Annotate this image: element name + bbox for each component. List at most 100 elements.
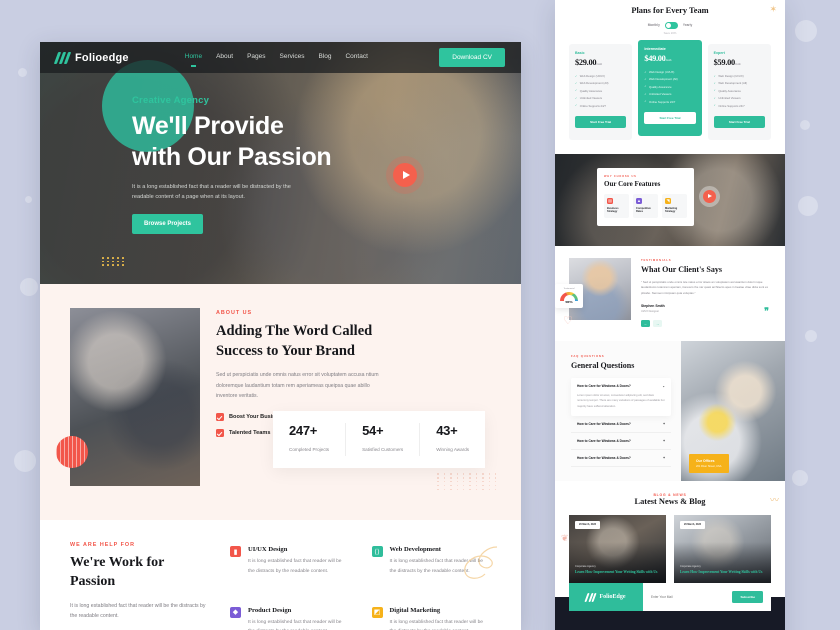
plan-trial-button[interactable]: Start Free Trial — [713, 115, 765, 128]
core-feature-competitive-rates[interactable]: ▲ Competitive Rates — [633, 193, 658, 219]
service-card-digital-marketing[interactable]: ◩ Digital Marketing It is long establish… — [371, 606, 492, 630]
billing-toggle-row: Monthly Yearly — [569, 22, 771, 29]
thumbs-up-icon: ▲ — [636, 197, 642, 204]
download-cv-button[interactable]: Download CV — [439, 48, 505, 67]
core-feature-label: Marketing Strategy — [665, 206, 678, 214]
plan-trial-button[interactable]: Start Free Trial — [575, 115, 627, 128]
arrow-right-icon[interactable]: → — [653, 320, 662, 327]
plan-feature: Unlimited Viewers — [575, 96, 626, 100]
main-nav: Home About Pages Services Blog Contact — [185, 53, 368, 67]
bg-circle — [800, 120, 810, 130]
faq-answer: Lorem ipsum dolor sit amet, consectetur … — [577, 394, 665, 408]
plan-trial-button[interactable]: Start Free Trial — [644, 111, 696, 124]
faq-item[interactable]: How to Care for Windows & Doors? + — [571, 433, 671, 450]
testimonial-section: Testimonial 98% TESTIMONIALS What Our Cl… — [555, 245, 785, 341]
play-icon[interactable] — [393, 163, 417, 187]
subscribe-button[interactable]: Subscribe — [732, 590, 763, 603]
service-desc: It is long established fact that reader … — [248, 559, 342, 574]
plan-features: Web Design (UI/UX) Web Development (All)… — [575, 74, 626, 108]
core-feature-marketing-strategy[interactable]: ◥ Marketing Strategy — [662, 193, 687, 219]
blog-card[interactable]: 26 March, 2023 Corporate Agency Learn Ho… — [569, 514, 666, 583]
stats-card: 247+ Completed Projects 54+ Satisfied Cu… — [273, 411, 486, 468]
newsletter-email-input[interactable] — [651, 594, 727, 599]
plan-card-intermediate[interactable]: Intermediate $49.00/month Web Design (UI… — [638, 40, 702, 136]
hero-paragraph: It is a long established fact that a rea… — [132, 184, 291, 201]
stat-label: Satisfied Customers — [362, 447, 404, 452]
plan-price: $49.00/month — [644, 54, 695, 63]
faq-item[interactable]: How to Care for Windows & Doors? + — [571, 416, 671, 433]
core-features-card: WHY CHOOSE US Our Core Features ▤ Busine… — [597, 167, 694, 227]
services-paragraph: It is long established fact that reader … — [70, 602, 206, 620]
bg-circle — [805, 330, 817, 342]
site-footer: FolioEdge Subscribe About Us It is a lon… — [555, 582, 785, 630]
brand-logo[interactable]: Folioedge — [53, 51, 129, 64]
billing-toggle[interactable] — [664, 22, 678, 29]
plan-feature: Unlimited Viewers — [644, 92, 695, 96]
core-feature-label: Competitive Rates — [636, 206, 651, 214]
megaphone-icon: ◥ — [665, 197, 671, 204]
plan-card-expert[interactable]: Expert $59.00/month Web Design (UI/UX) W… — [707, 44, 771, 140]
core-features-eyebrow: WHY CHOOSE US — [604, 174, 637, 178]
core-feature-business-strategy[interactable]: ▤ Business Strategy — [604, 193, 629, 219]
bg-circle — [18, 68, 27, 77]
nav-item-about[interactable]: About — [216, 53, 233, 63]
core-features-grid: ▤ Business Strategy ▲ Competitive Rates … — [604, 193, 687, 219]
quote-icon: ❞ — [764, 305, 769, 316]
stat-value: 54+ — [362, 423, 384, 438]
gauge-icon — [560, 291, 578, 301]
faq-question-text: How to Care for Windows & Doors? — [577, 455, 631, 460]
ruler-icon: ▮ — [230, 546, 241, 557]
plan-feature: Quality Assurance — [644, 85, 695, 89]
service-card-product-design[interactable]: ◆ Product Design It is long established … — [230, 606, 350, 630]
play-icon[interactable] — [703, 189, 716, 203]
plan-card-basic[interactable]: Basic $29.00/month Web Design (UI/UX) We… — [569, 44, 633, 140]
blog-date: 26 March, 2023 — [575, 520, 601, 529]
plan-feature: Web Development (All) — [644, 77, 695, 81]
logo-mark-icon — [584, 592, 598, 602]
footer-brand-logo[interactable]: FolioEdge — [569, 582, 643, 611]
about-eyebrow: ABOUT US — [216, 310, 253, 316]
faq-image: Our Offices 201 River Street, USA — [681, 341, 785, 481]
nav-item-home[interactable]: Home — [185, 53, 202, 67]
heart-icon: ❦ — [561, 532, 569, 543]
faq-item-open[interactable]: How to Care for Windows & Doors? ⌄ Lorem… — [571, 378, 671, 416]
service-title: UI/UX Design — [248, 546, 288, 553]
stat-item: 54+ Satisfied Customers — [362, 423, 421, 456]
nav-item-blog[interactable]: Blog — [318, 53, 331, 63]
faq-eyebrow: FAQ QUESTIONS — [571, 354, 605, 358]
plan-price-value: $49.00 — [644, 54, 666, 63]
testimonial-eyebrow: TESTIMONIALS — [641, 257, 672, 262]
testimonial-score-badge: Testimonial 98% — [555, 283, 583, 308]
browse-projects-button[interactable]: Browse Projects — [132, 213, 204, 234]
service-title: Digital Marketing — [389, 606, 441, 614]
chevron-down-icon: ⌄ — [662, 384, 665, 388]
plus-icon: + — [663, 421, 665, 426]
left-page-preview: Folioedge Home About Pages Services Blog… — [40, 42, 521, 630]
check-icon — [216, 413, 224, 422]
arrow-left-icon[interactable]: ← — [641, 320, 650, 327]
nav-item-pages[interactable]: Pages — [247, 53, 265, 63]
service-title: Product Design — [248, 606, 292, 614]
blog-card[interactable]: 26 March, 2023 Corporate Agency Learn Ho… — [674, 514, 771, 583]
plan-feature: Quality Assurance — [714, 89, 765, 93]
faq-item[interactable]: How to Care for Windows & Doors? + — [571, 450, 671, 467]
nav-item-contact[interactable]: Contact — [345, 53, 367, 63]
plan-name: Expert — [713, 51, 725, 55]
core-features-section: WHY CHOOSE US Our Core Features ▤ Busine… — [555, 153, 785, 246]
logo-mark-icon — [53, 52, 72, 64]
plan-price-value: $59.00 — [713, 58, 736, 67]
briefcase-icon: ▤ — [607, 197, 613, 204]
nav-item-services[interactable]: Services — [280, 53, 305, 63]
heart-icon: ♡ — [563, 315, 573, 327]
plan-feature: Online Supports 24/7 — [575, 104, 626, 108]
brand-name: Folioedge — [75, 51, 129, 64]
faq-question-text: How to Care for Windows & Doors? — [577, 384, 631, 388]
hero-dot-decoration — [102, 257, 125, 266]
plan-feature: Web Design (UI/UX) — [714, 74, 765, 78]
about-title: Adding The Word Called Success to Your B… — [216, 322, 391, 361]
bg-circle — [25, 196, 32, 203]
hero-section: Folioedge Home About Pages Services Blog… — [40, 42, 521, 284]
service-card-uiux[interactable]: ▮ UI/UX Design It is long established fa… — [230, 546, 350, 593]
plan-feature: Online Supports 24/7 — [644, 100, 695, 104]
plan-feature: Unlimited Viewers — [714, 96, 765, 100]
